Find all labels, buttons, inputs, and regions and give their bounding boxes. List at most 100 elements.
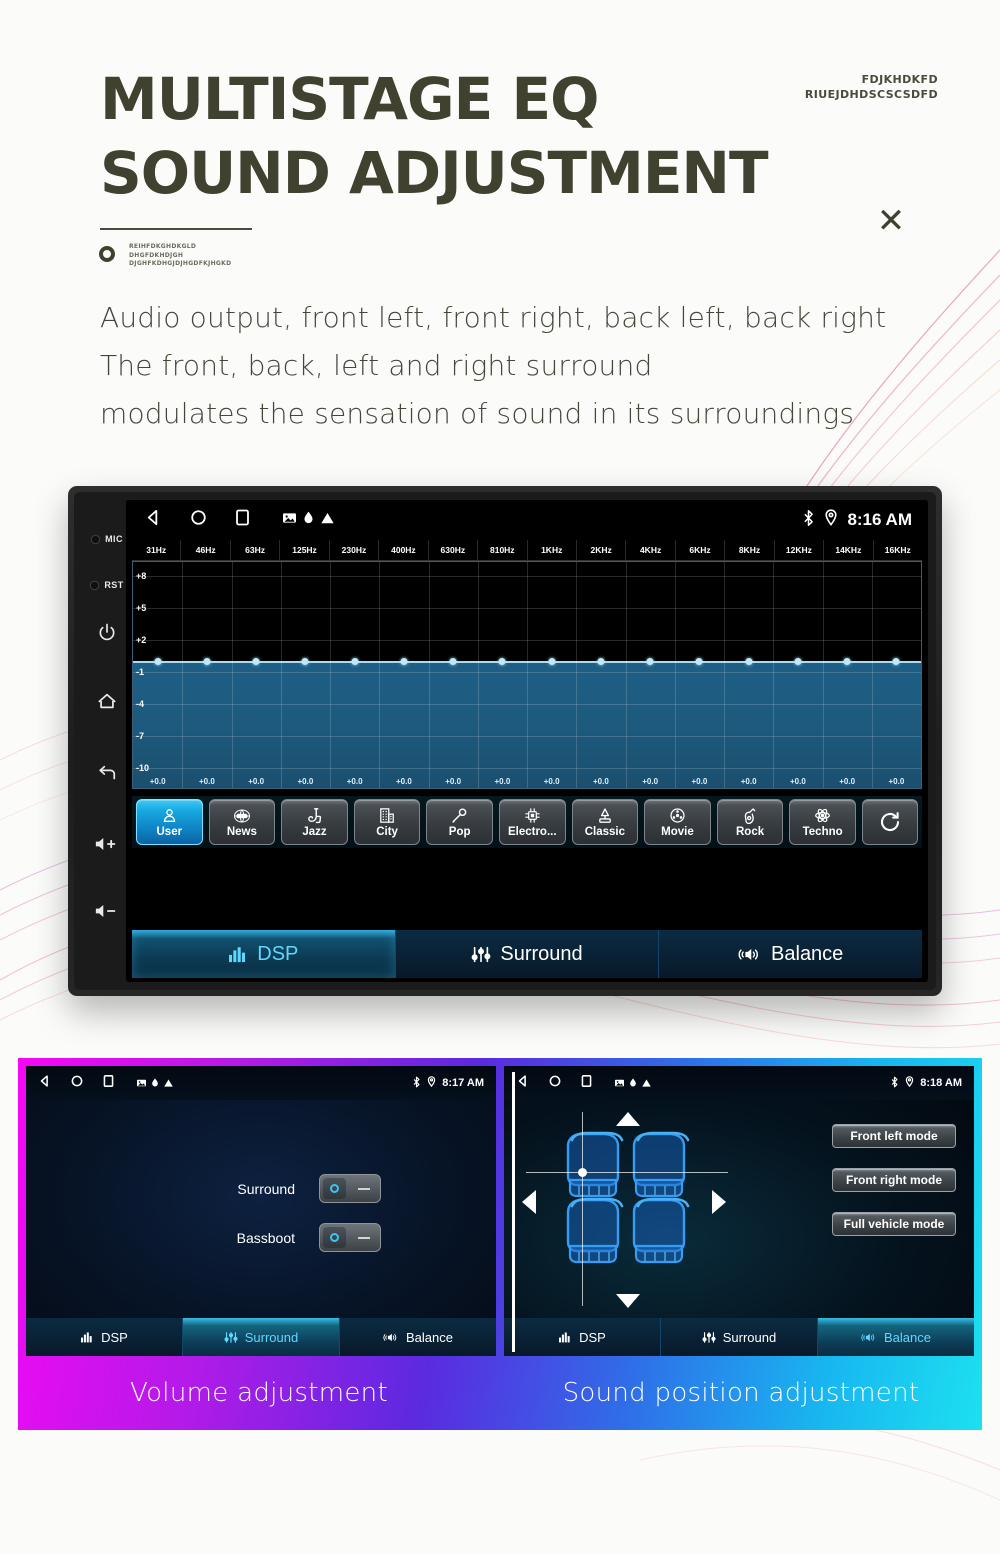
home-circle-icon[interactable] [70,1074,84,1093]
back-triangle-icon[interactable] [516,1074,530,1093]
surround-toggle[interactable] [319,1174,381,1203]
close-icon[interactable]: ✕ [874,204,908,238]
eq-band-handle[interactable] [450,658,457,665]
warning-icon [321,511,334,529]
grid-line-vertical [478,562,479,788]
grid-line-vertical [281,562,282,788]
preset-button-techno[interactable]: Techno [789,799,856,845]
sliders-icon [224,1331,238,1344]
tab-dsp[interactable]: DSP [26,1318,183,1356]
grid-line-vertical [576,562,577,788]
tab-surround[interactable]: Surround [183,1318,340,1356]
eq-band-handle[interactable] [844,658,851,665]
preset-button-news[interactable]: NEWSNews [209,799,276,845]
grid-line-horizontal [133,736,921,737]
tab-surround[interactable]: Surround [661,1318,818,1356]
speaker-icon [738,945,762,964]
arrow-left-icon[interactable] [522,1190,536,1214]
home-circle-icon[interactable] [189,508,208,532]
eq-band-handle[interactable] [400,658,407,665]
arrow-right-icon[interactable] [712,1190,726,1214]
drop-icon [151,1074,159,1092]
bassboot-toggle[interactable] [319,1223,381,1252]
eq-band-handle[interactable] [597,658,604,665]
back-triangle-icon[interactable] [38,1074,52,1093]
tab-label: Surround [500,943,582,966]
back-triangle-icon[interactable] [144,508,163,532]
eq-band-value: +0.0 [133,777,182,786]
bezel-rst-label: RST [104,580,123,590]
mode-button-full-vehicle-mode[interactable]: Full vehicle mode [832,1212,956,1236]
eq-band-value: +0.0 [773,777,822,786]
title-line-2: SOUND ADJUSTMENT [100,136,768,210]
eq-band-handle[interactable] [351,658,358,665]
eq-band-value: +0.0 [724,777,773,786]
eq-band-handle[interactable] [302,658,309,665]
eq-band-handle[interactable] [154,658,161,665]
eq-band-handle[interactable] [696,658,703,665]
preset-button-jazz[interactable]: Jazz [281,799,348,845]
location-icon [427,1076,436,1090]
arrow-down-icon[interactable] [616,1294,640,1308]
tab-label: DSP [101,1330,128,1345]
recents-square-icon[interactable] [234,508,251,532]
preset-button-electro[interactable]: Electro... [499,799,566,845]
preset-button-pop[interactable]: Pop [426,799,493,845]
tab-label: Surround [723,1330,776,1345]
grid-line-vertical [182,562,183,788]
grid-line-vertical [675,562,676,788]
gallery-icon [137,1074,146,1092]
sound-position-marker[interactable] [578,1168,587,1177]
mode-button-front-left-mode[interactable]: Front left mode [832,1124,956,1148]
home-circle-icon[interactable] [548,1074,562,1093]
eq-graph-plot[interactable]: +0.0+0.0+0.0+0.0+0.0+0.0+0.0+0.0+0.0+0.0… [132,561,922,789]
preset-button-rock[interactable]: Rock [717,799,784,845]
tab-surround[interactable]: Surround [396,930,660,978]
tab-balance[interactable]: Balance [659,930,922,978]
sound-stage-control[interactable] [512,1104,742,1314]
preset-button-city[interactable]: City [354,799,421,845]
tab-balance[interactable]: Balance [340,1318,496,1356]
preset-label: Pop [449,826,471,838]
grid-line-horizontal [133,576,921,577]
sliders-icon [471,945,491,964]
toggle-dash-icon [358,1237,370,1239]
mode-tab-bar: DSP Surround Balance [132,930,922,978]
preset-button-movie[interactable]: Movie [644,799,711,845]
eq-band-handle[interactable] [203,658,210,665]
crosshair-vertical [582,1112,583,1306]
eq-band-handle[interactable] [647,658,654,665]
recents-square-icon[interactable] [102,1074,115,1093]
preset-button-classic[interactable]: Classic [572,799,639,845]
reset-eq-button[interactable] [862,799,918,845]
preset-button-user[interactable]: User [136,799,203,845]
eq-band-value: +0.0 [872,777,921,786]
eq-band-value: +0.0 [281,777,330,786]
surround-toggle-group: Surround Bassboot [26,1174,496,1252]
eq-band-handle[interactable] [548,658,555,665]
y-axis-label: -1 [136,667,144,677]
tab-dsp[interactable]: DSP [504,1318,661,1356]
eq-band-handle[interactable] [745,658,752,665]
corner-code-line-2: RIUEJDHDSCSCSDFD [805,87,938,102]
tab-dsp[interactable]: DSP [132,930,396,978]
freq-label: 400Hz [379,540,428,560]
car-head-unit: MIC RST [68,486,942,996]
freq-label: 2KHz [577,540,626,560]
bluetooth-icon [890,1076,899,1091]
panel-captions: Volume adjustment Sound position adjustm… [18,1362,982,1424]
toggle-dash-icon [358,1188,370,1190]
recents-square-icon[interactable] [580,1074,593,1093]
mode-button-front-right-mode[interactable]: Front right mode [832,1168,956,1192]
eq-band-handle[interactable] [253,658,260,665]
arrow-up-icon[interactable] [616,1112,640,1126]
panel-divider [512,1072,515,1352]
tab-balance[interactable]: Balance [818,1318,974,1356]
status-time: 8:18 AM [920,1077,962,1089]
eq-band-handle[interactable] [499,658,506,665]
eq-band-handle[interactable] [794,658,801,665]
eq-band-handle[interactable] [893,658,900,665]
equalizer-icon [558,1331,572,1343]
preset-label: Classic [585,826,625,838]
freq-label: 31Hz [132,540,181,560]
